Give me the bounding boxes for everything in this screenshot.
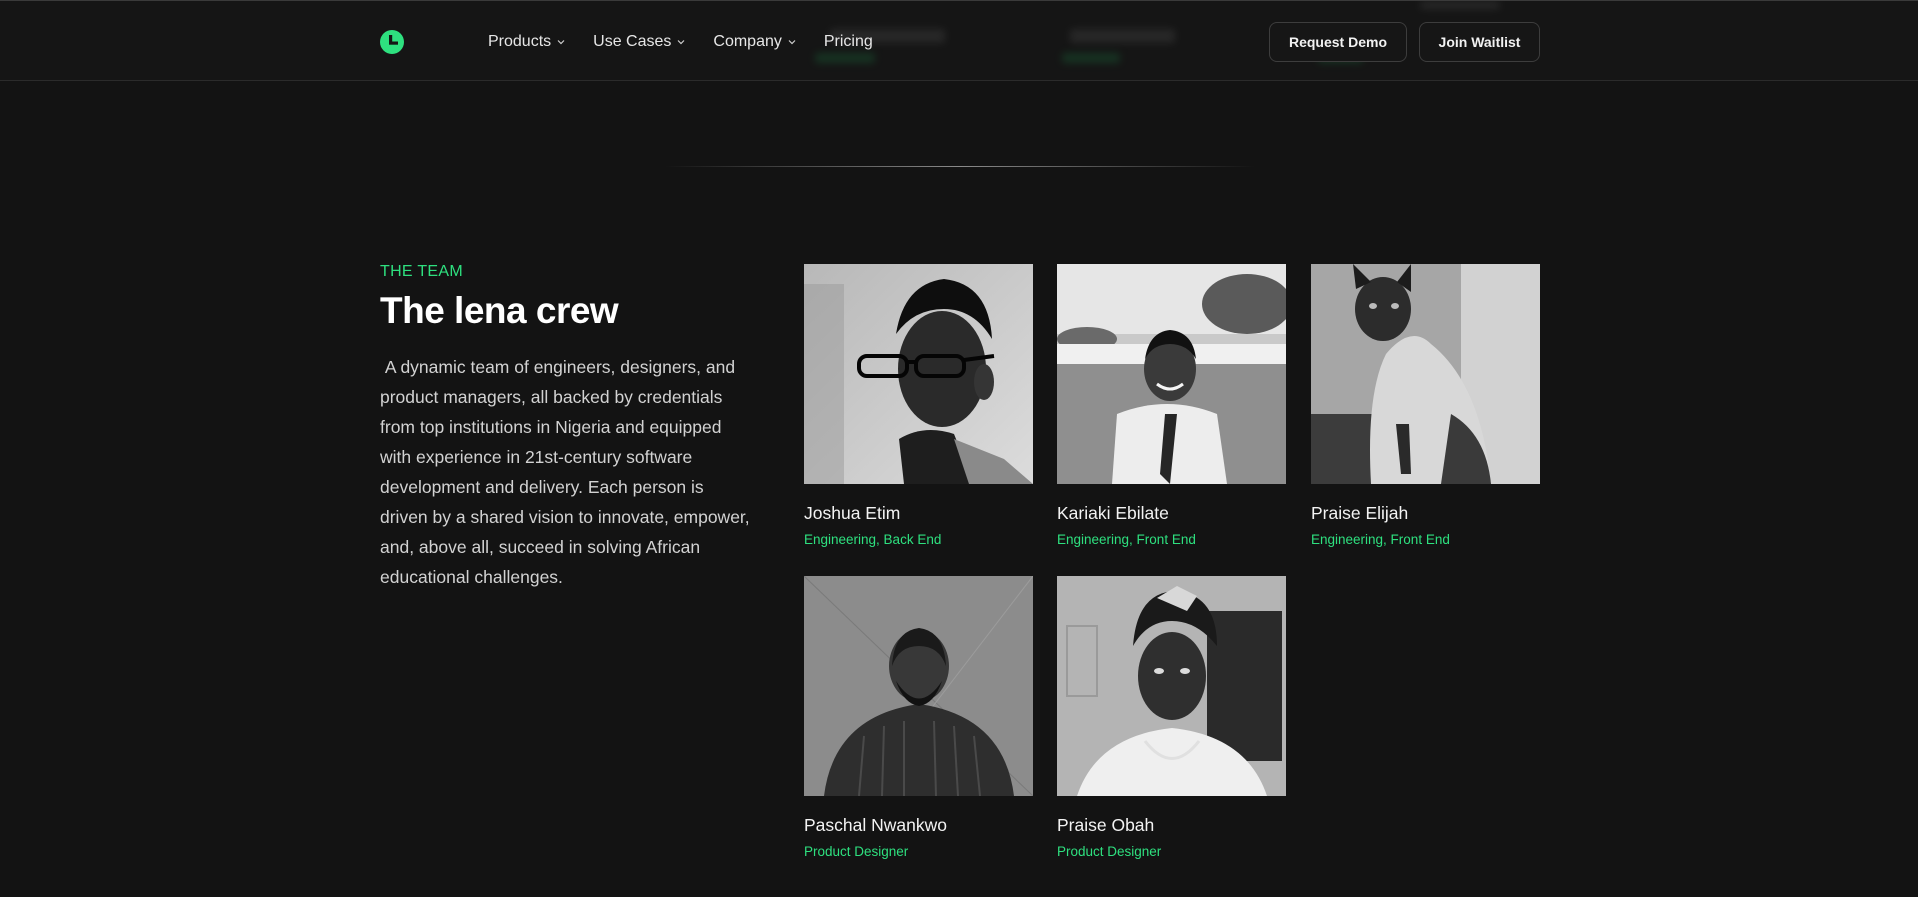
member-role: Engineering, Front End bbox=[1311, 532, 1450, 547]
team-member-card: Praise Elijah Engineering, Front End bbox=[1311, 264, 1540, 547]
chevron-down-icon bbox=[557, 39, 565, 44]
request-demo-button[interactable]: Request Demo bbox=[1269, 22, 1407, 62]
nav-pricing[interactable]: Pricing bbox=[824, 33, 873, 51]
site-header: Products Use Cases Company Pricing Reque… bbox=[0, 0, 1918, 81]
member-name: Paschal Nwankwo bbox=[804, 815, 947, 835]
member-role: Product Designer bbox=[1057, 844, 1162, 859]
section-eyebrow: THE TEAM bbox=[380, 263, 464, 280]
member-name: Praise Obah bbox=[1057, 815, 1155, 835]
nav-products-label: Products bbox=[488, 32, 552, 50]
nav-pricing-label: Pricing bbox=[823, 32, 873, 50]
portrait-image bbox=[1057, 264, 1286, 484]
member-photo bbox=[1311, 264, 1540, 484]
portrait-image bbox=[804, 576, 1033, 796]
section-divider bbox=[665, 166, 1255, 167]
portrait-image bbox=[1057, 576, 1286, 796]
section-description: A dynamic team of engineers, designers, … bbox=[380, 357, 755, 587]
chevron-down-icon bbox=[788, 39, 796, 44]
join-waitlist-button[interactable]: Join Waitlist bbox=[1419, 22, 1540, 62]
member-photo bbox=[1057, 576, 1286, 796]
scrolled-content-behind-header bbox=[0, 1, 1918, 82]
nav-company[interactable]: Company bbox=[713, 33, 796, 51]
chevron-down-icon bbox=[677, 39, 685, 44]
member-role: Engineering, Back End bbox=[804, 532, 942, 547]
nav-products[interactable]: Products bbox=[488, 33, 566, 51]
team-member-card: Paschal Nwankwo Product Designer bbox=[804, 576, 1033, 859]
member-name: Kariaki Ebilate bbox=[1057, 503, 1169, 523]
team-member-card: Joshua Etim Engineering, Back End bbox=[804, 264, 1033, 547]
member-photo bbox=[804, 264, 1033, 484]
member-name: Joshua Etim bbox=[804, 503, 901, 523]
main-nav: Products Use Cases Company Pricing bbox=[488, 1, 873, 82]
team-member-card: Praise Obah Product Designer bbox=[1057, 576, 1286, 859]
member-photo bbox=[1057, 264, 1286, 484]
cat-image bbox=[1311, 264, 1540, 484]
page: Products Use Cases Company Pricing Reque… bbox=[0, 0, 1918, 897]
member-name: Praise Elijah bbox=[1311, 503, 1409, 523]
nav-use-cases[interactable]: Use Cases bbox=[593, 33, 686, 51]
member-photo bbox=[804, 576, 1033, 796]
member-role: Engineering, Front End bbox=[1057, 532, 1196, 547]
member-role: Product Designer bbox=[804, 844, 909, 859]
lena-logo-icon[interactable] bbox=[380, 30, 404, 54]
team-member-card: Kariaki Ebilate Engineering, Front End bbox=[1057, 264, 1286, 547]
nav-use-cases-label: Use Cases bbox=[593, 32, 672, 50]
nav-company-label: Company bbox=[713, 32, 782, 50]
section-title: The lena crew bbox=[380, 290, 619, 331]
portrait-image bbox=[804, 264, 1033, 484]
